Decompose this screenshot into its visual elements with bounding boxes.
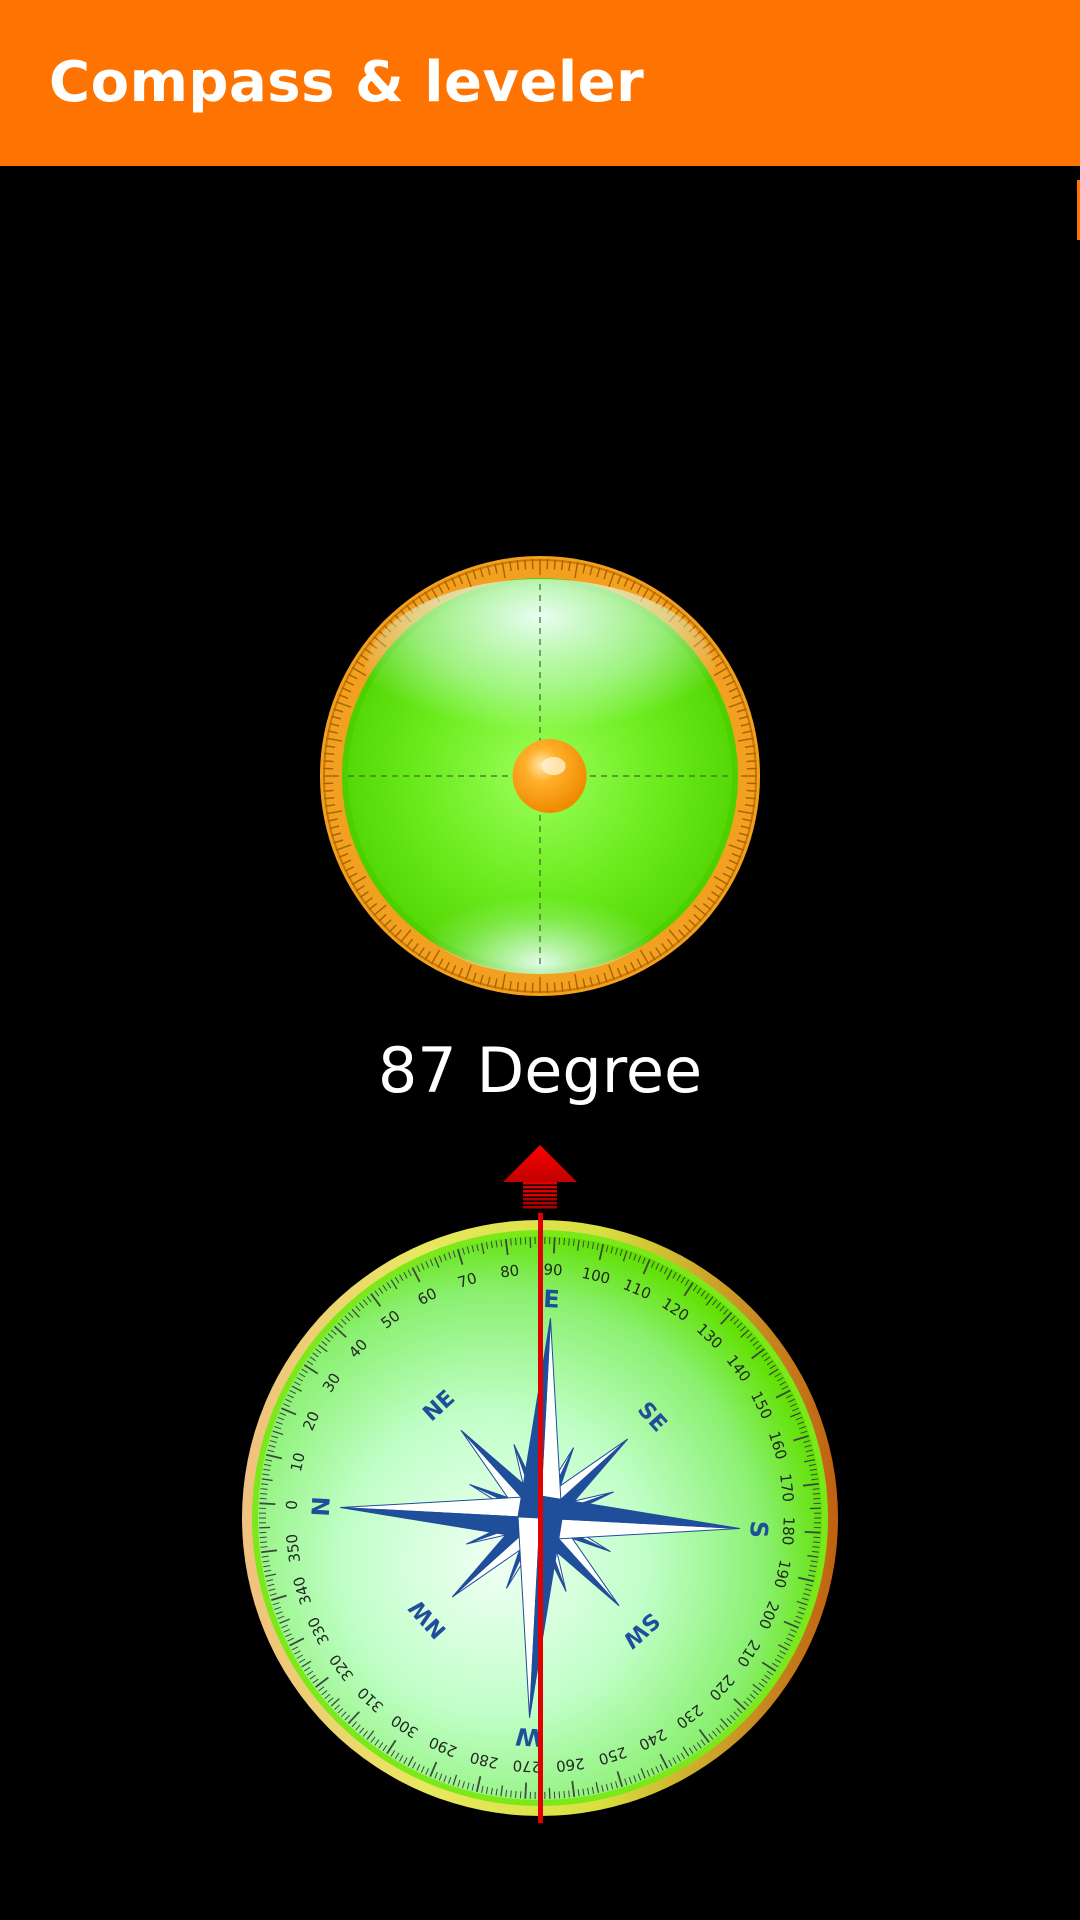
compass-tick <box>813 1522 821 1524</box>
arrow-stripe <box>523 1206 557 1209</box>
arrow-stripe <box>523 1186 557 1189</box>
level-tick <box>323 789 334 792</box>
compass-tick <box>515 1790 517 1798</box>
compass-dial: 010203040506070 80 90 100 110120130140150160… <box>242 1145 838 1823</box>
compass-degree-label: 180 <box>778 1516 797 1546</box>
compass-degree-label: 80 <box>499 1261 520 1281</box>
arrow-stripe <box>523 1202 557 1205</box>
compass-degree-label: 170 <box>776 1472 797 1503</box>
bubble-level <box>320 556 760 996</box>
compass-tick <box>813 1517 821 1519</box>
cardinal-label-e: E <box>543 1285 561 1314</box>
compass-tick <box>544 1237 546 1245</box>
arrow-stripe <box>523 1182 557 1185</box>
compass-tick <box>259 1522 267 1524</box>
level-tick <box>746 789 757 792</box>
compass-tick <box>544 1791 546 1799</box>
compass-tick <box>812 1541 820 1543</box>
cardinal-label-s: S <box>744 1520 773 1539</box>
level-tick <box>553 982 556 993</box>
compass-tick <box>534 1237 536 1245</box>
level-tick <box>553 559 556 570</box>
compass-degree-label: 270 <box>512 1756 542 1775</box>
compass-degree-label: 260 <box>555 1754 586 1775</box>
compass-degree-label: 0 <box>283 1500 301 1510</box>
compass-tick <box>524 1782 528 1799</box>
main-content: 87 Degree 0 10 20 30 40 50 60 70 80 90 1… <box>0 166 1080 1920</box>
level-tick <box>524 982 527 993</box>
compass-tick <box>563 1238 565 1246</box>
cardinal-label-n: N <box>307 1496 336 1518</box>
level-tick <box>323 760 334 763</box>
compass-tick <box>259 1512 267 1514</box>
compass-tick <box>259 1502 276 1506</box>
arrow-stripe <box>523 1194 557 1197</box>
compass-tick <box>813 1512 821 1514</box>
arrow-up-icon <box>503 1145 577 1209</box>
app-bar: Compass & leveler <box>0 0 1080 166</box>
arrow-stripe <box>523 1190 557 1193</box>
compass-tick <box>552 1237 556 1254</box>
compass-degree-label: 350 <box>283 1533 304 1564</box>
level-tick <box>524 559 527 570</box>
level-bubble-icon <box>512 739 587 813</box>
compass-tick <box>260 1493 268 1495</box>
arrow-stripe <box>523 1198 557 1201</box>
heading-line <box>538 1213 543 1823</box>
degree-readout: 87 Degree <box>377 1034 703 1107</box>
level-tick <box>746 760 757 763</box>
compass-tick <box>534 1791 536 1799</box>
app-title: Compass & leveler <box>49 50 645 115</box>
compass-degree-label: 90 <box>543 1260 563 1279</box>
compass-tick <box>259 1517 267 1519</box>
compass-tick <box>804 1530 821 1534</box>
